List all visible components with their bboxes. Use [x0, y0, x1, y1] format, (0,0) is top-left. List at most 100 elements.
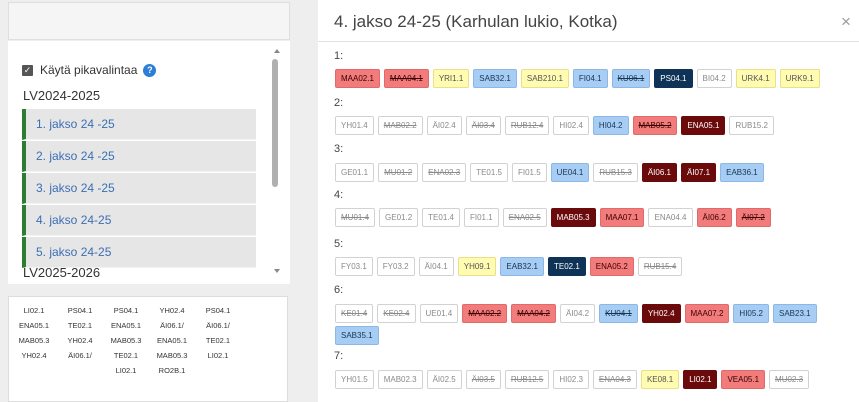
course-chip[interactable]: BI04.2	[696, 69, 732, 88]
course-chip[interactable]: YH01.4	[335, 116, 374, 135]
mini-schedule-cell: LI02.1	[207, 351, 229, 360]
course-chip[interactable]: UE04.1	[550, 163, 590, 182]
course-chip[interactable]: ÄI04.2	[560, 304, 596, 323]
course-chip[interactable]: KU04.1	[599, 304, 638, 323]
course-chip[interactable]: ENA02.3	[422, 163, 467, 182]
course-chip[interactable]: FI01.5	[511, 163, 547, 182]
course-chip[interactable]: HI02.4	[553, 116, 589, 135]
mini-schedule-cell: YH02.4	[159, 306, 185, 315]
course-chip[interactable]: RUB15.4	[637, 257, 683, 276]
course-chip[interactable]: TE01.4	[422, 208, 460, 227]
period-item-2[interactable]: 2. jakso 24 -25	[22, 141, 256, 172]
course-chip[interactable]: ÄI02.5	[426, 370, 462, 389]
mini-schedule-cell: PS04.1	[67, 306, 93, 315]
course-chip[interactable]: FY03.1	[335, 257, 373, 276]
course-chip[interactable]: ÄI06.2	[696, 208, 732, 227]
course-chip[interactable]: TE01.5	[470, 163, 508, 182]
course-chip[interactable]: MAB05.3	[550, 208, 596, 227]
course-chip-row: YH01.4 MAB02.2 ÄI02.4 ÄI03.4 RUB12.4 HI02.4 HI…	[335, 116, 845, 135]
course-chip[interactable]: TE02.1	[548, 257, 586, 276]
course-chip[interactable]: KU06.1	[611, 69, 651, 88]
period-item-1[interactable]: 1. jakso 24 -25	[22, 109, 256, 140]
course-chip[interactable]: KE02.4	[377, 304, 416, 323]
mini-schedule-cell: PS04.1	[205, 306, 231, 315]
course-chip[interactable]: ENA02.5	[502, 208, 547, 227]
course-chip[interactable]: URK9.1	[779, 69, 820, 88]
period-item-5[interactable]: 5. jakso 24-25	[22, 237, 256, 268]
course-chip[interactable]: MAB05.2	[632, 116, 678, 135]
course-chip[interactable]: UE01.4	[419, 304, 459, 323]
course-chip[interactable]: SAB35.1	[335, 326, 379, 345]
course-chip[interactable]: PS04.1	[654, 69, 693, 88]
course-chip[interactable]: RUB12.4	[504, 116, 550, 135]
course-chip[interactable]: MAB02.2	[377, 116, 423, 135]
checkbox-checked-icon[interactable]: ✓	[22, 64, 33, 76]
course-chip[interactable]: YH02.4	[641, 304, 681, 323]
course-chip[interactable]: KE08.1	[640, 370, 680, 389]
course-chip-row: GE01.1 MU01.2 ENA02.3 TE01.5 FI01.5 UE04.1 RUB…	[335, 163, 845, 182]
scrollbar[interactable]	[272, 49, 282, 281]
course-chip[interactable]: MAB02.3	[377, 370, 423, 389]
course-chip[interactable]: MAA04.1	[383, 69, 429, 88]
scrollbar-thumb[interactable]	[272, 59, 278, 187]
course-chip[interactable]: HI04.2	[592, 116, 629, 135]
period-item-3[interactable]: 3. jakso 24 -25	[22, 173, 256, 204]
course-chip[interactable]: SAB32.1	[473, 69, 517, 88]
course-chip-row: KE01.4 KE02.4 UE01.4 MAA02.2 MAA04.2 ÄI04.2 KU…	[335, 304, 845, 345]
course-chip[interactable]: ENA04.4	[648, 208, 693, 227]
course-chip[interactable]: FI04.1	[572, 69, 608, 88]
course-chip[interactable]: ENA05.2	[589, 257, 634, 276]
course-chip[interactable]: VEA05.1	[721, 370, 766, 389]
scroll-up-arrow-icon[interactable]	[274, 49, 280, 53]
course-chip[interactable]: ÄI06.1	[641, 163, 677, 182]
course-chip[interactable]: KE01.4	[335, 304, 374, 323]
close-icon[interactable]: ×	[841, 12, 851, 32]
course-chip[interactable]: FI01.1	[463, 208, 499, 227]
course-chip-row: YH01.5 MAB02.3 ÄI02.5 ÄI03.5 RUB12.5 HI02.3 EN…	[335, 370, 845, 389]
course-chip[interactable]: GE01.1	[335, 163, 375, 182]
course-chip[interactable]: RUB15.3	[593, 163, 638, 182]
course-chip[interactable]: ÄI07.1	[680, 163, 717, 182]
course-chip[interactable]: ÄI04.1	[418, 257, 454, 276]
course-chip[interactable]: HI02.3	[553, 370, 589, 389]
course-chip[interactable]: ÄI03.5	[465, 370, 501, 389]
mini-schedule-cell	[57, 363, 103, 378]
mini-schedule-cell: RO2B.1	[158, 366, 186, 375]
course-chip[interactable]: FY03.2	[376, 257, 415, 276]
course-chip[interactable]: YH01.5	[335, 370, 374, 389]
scroll-down-arrow-icon[interactable]	[274, 269, 280, 273]
course-chip[interactable]: MAA07.2	[684, 304, 730, 323]
mini-schedule-cell: ÄI06.1/	[68, 351, 92, 360]
course-chip[interactable]: MU01.2	[378, 163, 419, 182]
mini-schedule-cell: ÄI06.1/	[206, 321, 230, 330]
course-chip[interactable]: SAB210.1	[520, 69, 569, 88]
course-chip[interactable]: EAB36.1	[720, 163, 764, 182]
course-chip[interactable]: URK4.1	[735, 69, 776, 88]
course-chip[interactable]: MU02.3	[769, 370, 810, 389]
course-chip[interactable]: ENA04.3	[592, 370, 637, 389]
course-chip[interactable]: MAA07.1	[599, 208, 645, 227]
quick-select-row[interactable]: ✓ Käytä pikavalintaa ?	[22, 63, 157, 77]
dialog-title: 4. jakso 24-25 (Karhulan lukio, Kotka)	[334, 12, 618, 31]
course-chip[interactable]: MAA04.2	[511, 304, 556, 323]
course-chip[interactable]: SAB23.1	[773, 304, 817, 323]
mini-schedule-cell: TE02.1	[205, 336, 231, 345]
course-chip[interactable]: GE01.2	[379, 208, 419, 227]
course-chip[interactable]: MAA02.1	[335, 69, 380, 88]
group-label: 2:	[334, 97, 344, 109]
course-chip[interactable]: MAA02.2	[462, 304, 508, 323]
course-chip[interactable]: RUB12.5	[504, 370, 550, 389]
course-chip[interactable]: MU01.4	[335, 208, 376, 227]
course-chip[interactable]: ENA05.1	[681, 116, 726, 135]
course-chip[interactable]: ÄI03.4	[465, 116, 501, 135]
course-chip[interactable]: HI05.2	[733, 304, 769, 323]
course-chip[interactable]: LI02.1	[683, 370, 718, 389]
period-item-4[interactable]: 4. jakso 24-25	[22, 205, 256, 236]
help-icon[interactable]: ?	[143, 63, 157, 77]
course-chip[interactable]: EAB32.1	[500, 257, 544, 276]
course-chip[interactable]: ÄI07.2	[735, 208, 771, 227]
course-chip[interactable]: YH09.1	[457, 257, 497, 276]
course-chip[interactable]: RUB15.2	[729, 116, 774, 135]
course-chip[interactable]: YRI1.1	[432, 69, 470, 88]
course-chip[interactable]: ÄI02.4	[426, 116, 462, 135]
